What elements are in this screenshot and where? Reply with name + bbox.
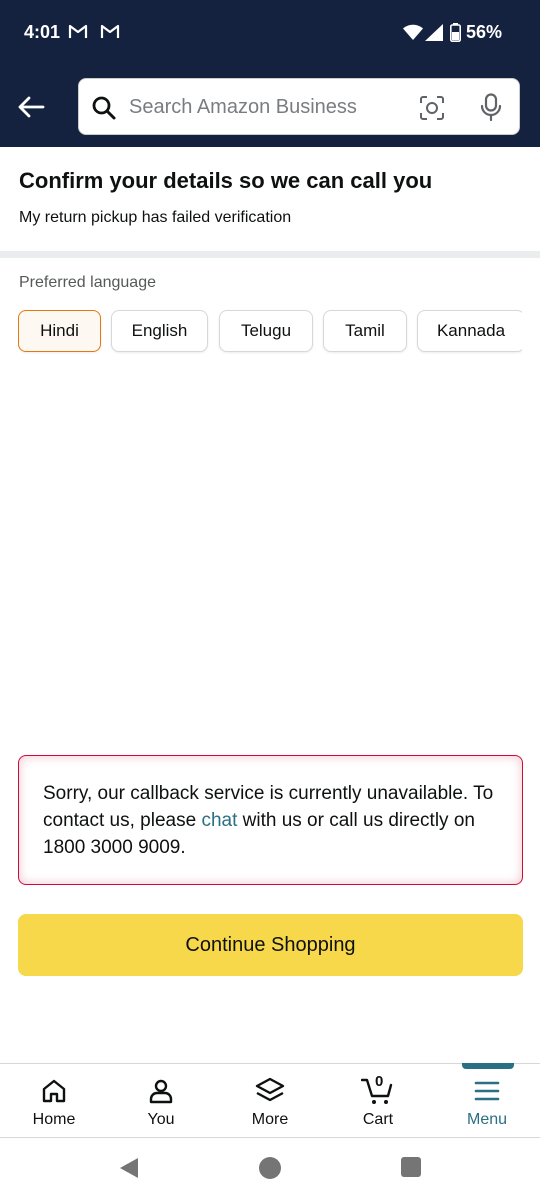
status-bar: 4:01 56% [0, 0, 540, 68]
camera-scan-icon[interactable] [419, 95, 445, 121]
layers-icon [255, 1077, 285, 1102]
gmail-icon [100, 24, 120, 38]
language-chip-english[interactable]: English [111, 310, 208, 352]
system-back-icon[interactable] [118, 1156, 140, 1180]
bottom-navigation: Home You More 0 Cart Menu [0, 1063, 540, 1138]
nav-label-menu: Menu [466, 1111, 508, 1128]
menu-icon [474, 1081, 500, 1101]
page-subtitle: My return pickup has failed verification [19, 209, 292, 226]
preferred-language-label: Preferred language [19, 274, 156, 291]
continue-shopping-button[interactable]: Continue Shopping [18, 914, 523, 976]
language-chip-kannada[interactable]: Kannada [417, 310, 522, 352]
callback-unavailable-alert: Sorry, our callback service is currently… [18, 755, 523, 885]
system-home-icon[interactable] [258, 1156, 282, 1180]
section-divider [0, 251, 540, 258]
language-chip-tamil[interactable]: Tamil [323, 310, 407, 352]
nav-label-more: More [251, 1111, 289, 1128]
nav-item-cart[interactable]: 0 Cart [324, 1064, 432, 1138]
chat-link[interactable]: chat [201, 810, 237, 831]
wifi-icon [403, 24, 423, 40]
gmail-icon [68, 24, 88, 38]
page-header [0, 147, 540, 251]
language-chip-hindi[interactable]: Hindi [18, 310, 101, 352]
battery-percent: 56% [466, 22, 503, 42]
microphone-icon[interactable] [480, 93, 502, 121]
search-icon [92, 96, 116, 120]
search-bar[interactable] [78, 78, 520, 135]
active-indicator [462, 1063, 514, 1069]
nav-item-more[interactable]: More [216, 1064, 324, 1138]
signal-icon [425, 24, 443, 41]
nav-item-you[interactable]: You [107, 1064, 215, 1138]
page-title: Confirm your details so we can call you [19, 168, 433, 193]
nav-label-you: You [147, 1111, 175, 1128]
cart-count: 0 [375, 1073, 384, 1090]
nav-label-cart: Cart [362, 1111, 394, 1128]
language-chip-group: Hindi English Telugu Tamil Kannada [18, 310, 522, 354]
language-chip-telugu[interactable]: Telugu [219, 310, 313, 352]
home-icon [42, 1079, 66, 1103]
system-recents-icon[interactable] [400, 1156, 422, 1178]
nav-item-menu[interactable]: Menu [433, 1063, 540, 1138]
system-navigation-bar [0, 1138, 540, 1200]
back-arrow-icon [18, 96, 45, 118]
status-time: 4:01 [24, 22, 61, 42]
nav-item-home[interactable]: Home [0, 1064, 108, 1138]
search-input[interactable] [129, 89, 409, 125]
person-icon [149, 1079, 173, 1104]
nav-label-home: Home [32, 1111, 76, 1128]
app-header: 4:01 56% [0, 0, 540, 147]
battery-icon [450, 23, 461, 42]
back-button[interactable] [14, 90, 48, 124]
